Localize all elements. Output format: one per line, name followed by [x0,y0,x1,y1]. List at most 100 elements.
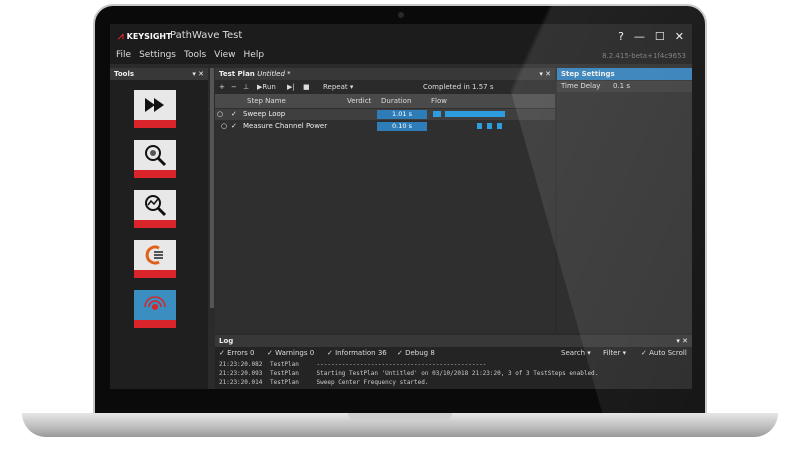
loop-icon: ○ [217,110,224,118]
log-message: ----------------------------------------… [316,361,487,368]
help-button[interactable]: ? [618,30,624,43]
setting-value[interactable]: 0.1 s [613,81,630,92]
debug-filter[interactable]: ✓ Debug 8 [397,348,435,359]
log-filters: ✓ Errors 0 ✓ Warnings 0 ✓ Information 36… [215,348,692,359]
autoscroll-label: Auto Scroll [649,349,687,357]
test-plan-close-icon[interactable]: ▾ ✕ [539,68,551,80]
col-step-name[interactable]: Step Name [247,94,286,108]
step-checkbox[interactable]: ✓ [231,109,237,120]
tool-analysis[interactable] [134,190,176,230]
log-source: TestPlan [269,370,299,377]
repeat-dropdown[interactable]: Repeat ▾ [323,80,353,94]
add-step-icon[interactable]: + [219,80,225,94]
run-status: Completed in 1.57 s [423,83,494,91]
fast-forward-icon [134,90,176,120]
laptop-notch [348,413,452,421]
tools-scrollbar[interactable] [210,68,214,308]
log-message: Sweep Center Frequency started. [316,379,429,386]
flow-bar [433,111,441,117]
log-message: Starting TestPlan 'Untitled' on 03/10/20… [316,370,599,377]
menu-view[interactable]: View [214,50,235,64]
brand-name: KEYSIGHT [126,32,172,41]
step-settings-panel: Step Settings Time Delay 0.1 s [557,68,692,333]
version-label: 8.2.415-beta+1f4c9653 [602,52,686,60]
setting-label: Time Delay [561,82,601,90]
test-plan-panel: Test Plan Untitled * ▾ ✕ + − ⊥ ▶Run ▶| ■… [215,68,555,333]
child-step-icon: ○ [221,122,228,130]
test-plan-title: Test Plan [219,70,255,78]
information-filter-label: Information 36 [335,349,387,357]
tool-keysight[interactable] [134,240,176,280]
tool-signal-bar [134,320,176,328]
tools-panel-close-icon[interactable]: ▾ ✕ [192,68,204,80]
log-line: 21:23:20.014 TestPlan Sweep Center Frequ… [219,379,429,386]
window-controls: ? — ☐ ✕ [618,30,684,43]
tool-keysight-bar [134,270,176,278]
col-verdict[interactable]: Verdict [347,94,371,108]
menu-help[interactable]: Help [244,50,265,64]
step-name: Measure Channel Power [243,122,328,130]
flow-bar [497,123,502,129]
test-plan-name: Untitled * [257,70,291,78]
warnings-filter[interactable]: ✓ Warnings 0 [267,348,314,359]
flow-bar [487,123,492,129]
tool-signal[interactable] [134,290,176,330]
log-line: 21:23:20.082 TestPlan ------------------… [219,361,486,368]
col-duration[interactable]: Duration [381,94,411,108]
maximize-button[interactable]: ☐ [655,30,665,43]
warnings-filter-label: Warnings 0 [275,349,315,357]
tool-run[interactable] [134,90,176,130]
test-plan-header: Test Plan Untitled * ▾ ✕ [215,68,555,80]
log-header: Log ▾ ✕ [215,335,692,347]
tools-panel: Tools ▾ ✕ [110,68,208,389]
information-filter[interactable]: ✓ Information 36 [327,348,387,359]
keysight-swirl-icon [134,240,176,270]
search-dropdown[interactable]: Search ▾ [561,348,591,359]
menu-file[interactable]: File [116,50,131,64]
stop-icon[interactable]: ■ [303,80,310,94]
tool-analysis-bar [134,220,176,228]
step-settings-title: Step Settings [561,70,615,78]
log-close-icon[interactable]: ▾ ✕ [676,335,688,347]
menu-settings[interactable]: Settings [139,50,176,64]
run-label: Run [262,83,276,91]
log-time: 21:23:20.093 [219,370,263,377]
autoscroll-toggle[interactable]: ✓ Auto Scroll [641,348,687,359]
log-time: 21:23:20.014 [219,379,263,386]
tools-panel-header: Tools ▾ ✕ [110,68,208,80]
log-line: 21:23:20.093 TestPlan Starting TestPlan … [219,370,598,377]
app-title: PathWave Test [170,30,243,41]
close-button[interactable]: ✕ [675,30,684,43]
tool-dut-inspect-bar [134,170,176,178]
step-settings-header: Step Settings [557,68,692,80]
table-row[interactable]: ○ ✓ Sweep Loop 1.01 s [215,109,555,120]
keysight-logo-icon: ⩘ [118,31,124,42]
filter-dropdown[interactable]: Filter ▾ [603,348,626,359]
steps-table-header: Step Name Verdict Duration Flow [215,94,555,108]
log-source: TestPlan [269,361,299,368]
camera-icon [398,12,404,18]
col-flow[interactable]: Flow [431,94,447,108]
insert-step-icon[interactable]: ⊥ [243,80,249,94]
tool-run-bar [134,120,176,128]
step-checkbox[interactable]: ✓ [231,121,237,132]
run-button[interactable]: ▶Run [257,80,276,94]
log-source: TestPlan [269,379,299,386]
menu-tools[interactable]: Tools [184,50,206,64]
errors-filter[interactable]: ✓ Errors 0 [219,348,254,359]
repeat-label: Repeat [323,83,348,91]
table-row[interactable]: ○ ✓ Measure Channel Power 0.10 s [215,121,555,132]
title-bar: ⩘ KEYSIGHT PathWave Test ? — ☐ ✕ [110,24,692,50]
remove-step-icon[interactable]: − [231,80,237,94]
filter-label: Filter [603,349,621,357]
flow-bar [477,123,482,129]
antenna-signal-icon [134,290,176,320]
pause-icon[interactable]: ▶| [287,80,295,94]
setting-row-time-delay[interactable]: Time Delay 0.1 s [557,81,692,92]
debug-filter-label: Debug 8 [405,349,435,357]
minimize-button[interactable]: — [634,30,645,43]
tool-dut-inspect[interactable] [134,140,176,180]
flow-bar [445,111,505,117]
errors-filter-label: Errors 0 [227,349,255,357]
search-label: Search [561,349,586,357]
